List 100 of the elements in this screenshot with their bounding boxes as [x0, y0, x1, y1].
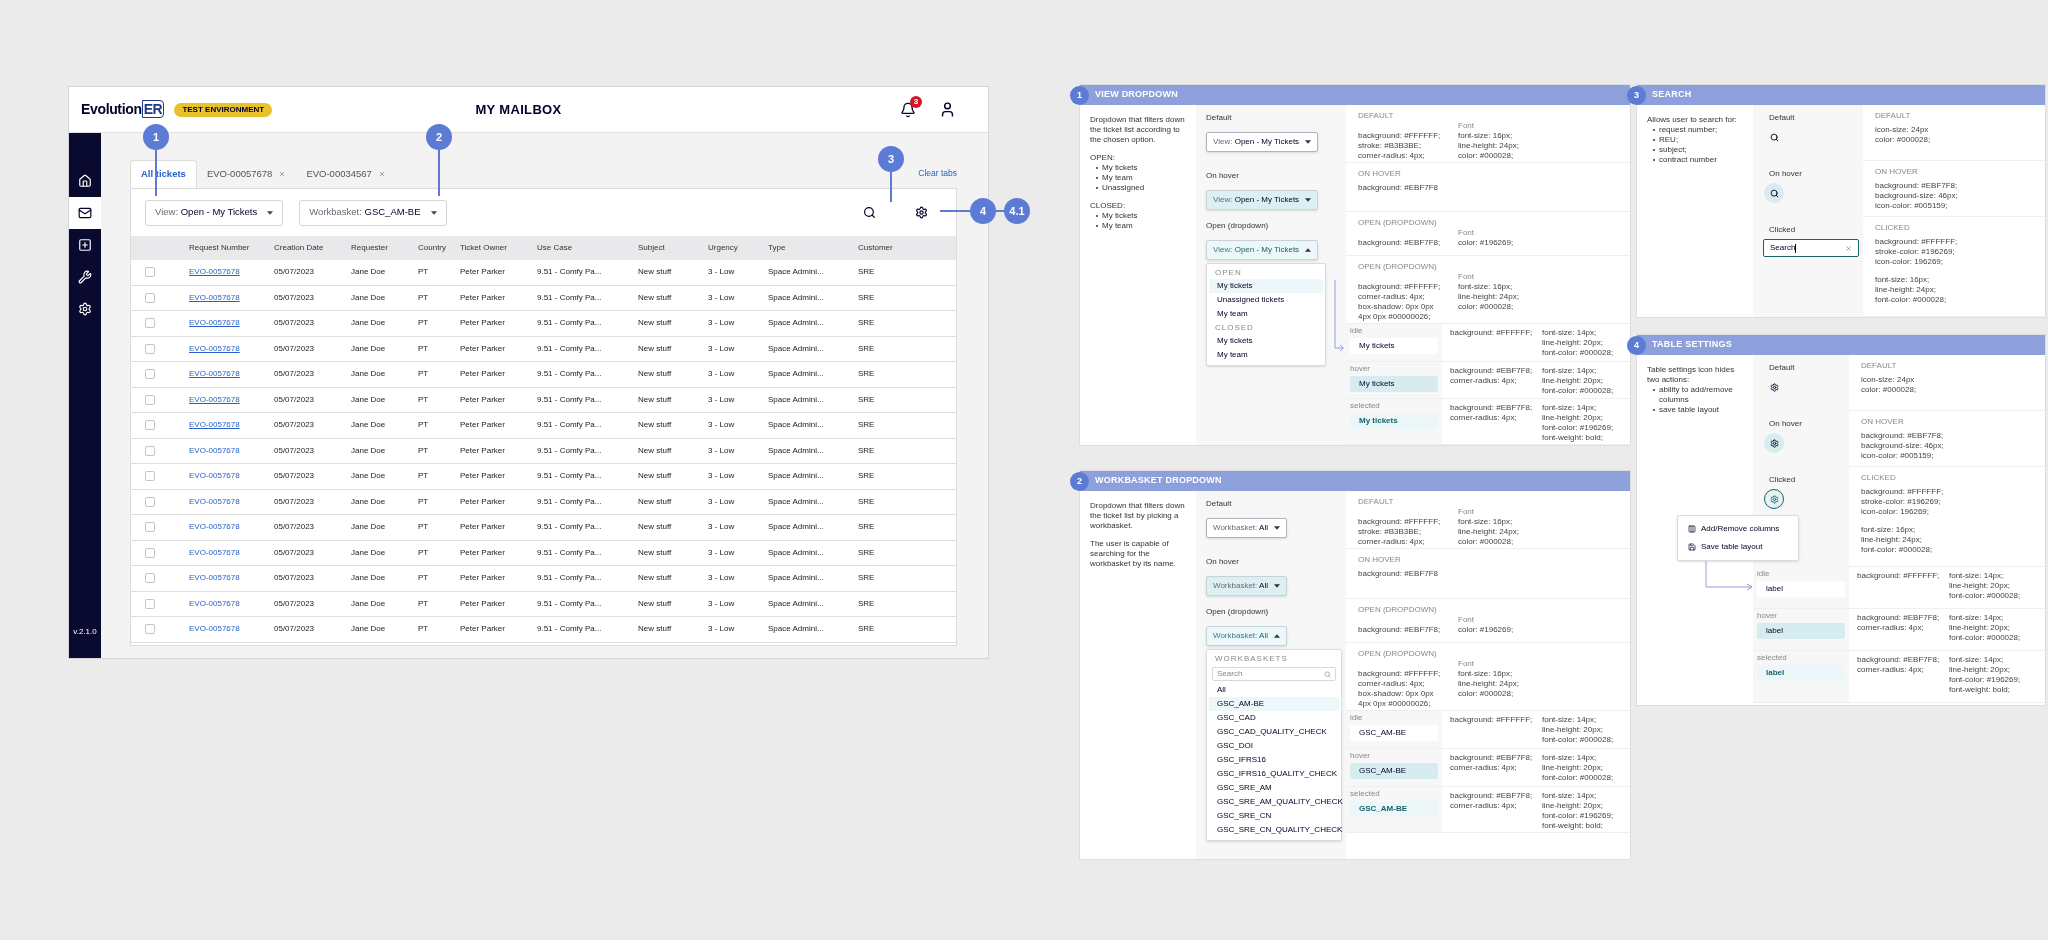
tab[interactable]: All tickets [130, 160, 197, 188]
table-cell-text: 05/07/2023 [274, 393, 316, 406]
row-checkbox[interactable] [145, 445, 155, 456]
dropdown[interactable]: View: Open - My Tickets [1206, 132, 1319, 152]
clear-icon[interactable] [1845, 244, 1852, 252]
search-icon[interactable] [863, 206, 876, 219]
ticket-link[interactable]: EVO-0057678 [189, 572, 240, 585]
close-icon[interactable] [278, 170, 287, 178]
tab[interactable]: EVO-00057678 [196, 160, 297, 188]
menu-item[interactable]: GSC_DOI [1209, 739, 1339, 753]
spec-text: line-height: 20px; [1542, 763, 1604, 773]
table-cell-text: New stuff [638, 444, 673, 457]
row-checkbox[interactable] [145, 522, 155, 533]
ticket-link[interactable]: EVO-0057678 [189, 291, 240, 304]
dropdown[interactable]: Workbasket: All [1206, 518, 1287, 538]
table-cell-text: 3 - Low [708, 419, 736, 432]
row-checkbox[interactable] [145, 318, 155, 329]
panel-title: WORKBASKET DROPDOWN [1095, 474, 1222, 488]
ticket-link[interactable]: EVO-0057678 [189, 266, 240, 279]
table-cell-text: 3 - Low [708, 317, 736, 330]
row-checkbox[interactable] [145, 267, 155, 278]
ticket-link[interactable]: EVO-0057678 [189, 419, 240, 432]
clear-tabs-link[interactable]: Clear tabs [918, 167, 957, 180]
row-checkbox[interactable] [145, 292, 155, 303]
row-checkbox[interactable] [145, 343, 155, 354]
notifications-button[interactable] [900, 101, 916, 118]
row-checkbox[interactable] [145, 496, 155, 507]
menu-item[interactable]: Add/Remove columns [1688, 523, 1798, 535]
ticket-link[interactable]: EVO-0057678 [189, 393, 240, 406]
table-cell-text: SRE [858, 572, 876, 585]
ticket-link[interactable]: EVO-0057678 [189, 342, 240, 355]
menu-item[interactable]: GSC_AM-BE [1209, 697, 1339, 711]
menu-item[interactable]: All [1209, 683, 1339, 697]
description-text: Table settings icon hides two actions: [1647, 365, 1736, 385]
menu-item[interactable]: My tickets [1209, 334, 1323, 348]
spec-text: font-size: 14px; [1542, 403, 1598, 414]
table-cell-text: 9.51 - Comfy Pa... [537, 291, 603, 304]
menu-search-field[interactable]: Search [1212, 667, 1336, 681]
row-checkbox[interactable] [145, 420, 155, 431]
menu-item[interactable]: My team [1209, 348, 1323, 362]
state-label: On hover [1206, 171, 1240, 181]
row-checkbox[interactable] [145, 369, 155, 380]
menu-item[interactable]: GSC_CAD [1209, 711, 1339, 725]
menu-item[interactable]: GSC_IFRS16 [1209, 753, 1339, 767]
ticket-link[interactable]: EVO-0057678 [189, 546, 240, 559]
gear-icon [1769, 438, 1779, 448]
spec-text: font-size: 14px; [1542, 791, 1598, 801]
settings-button[interactable] [1764, 433, 1784, 453]
search-field[interactable]: Search [1763, 239, 1859, 257]
dropdown[interactable]: View: Open - My Tickets [1206, 190, 1319, 210]
menu-item[interactable]: GSC_SRE_CN [1209, 809, 1339, 823]
ticket-link[interactable]: EVO-0057678 [189, 470, 240, 483]
menu-item[interactable]: GSC_SRE_AM [1209, 781, 1339, 795]
version-label: v.2.1.0 [72, 626, 98, 638]
ticket-link[interactable]: EVO-0057678 [189, 495, 240, 508]
table-cell-text: Peter Parker [460, 342, 506, 355]
view-dropdown[interactable]: View: Open - My Tickets [145, 199, 284, 226]
sidebar-item[interactable] [69, 197, 101, 229]
close-icon[interactable] [377, 170, 386, 178]
ticket-link[interactable]: EVO-0057678 [189, 597, 240, 610]
user-icon[interactable] [939, 101, 956, 118]
ticket-link[interactable]: EVO-0057678 [189, 623, 240, 636]
menu-item[interactable]: GSC_IFRS16_QUALITY_CHECK [1209, 767, 1339, 781]
table-cell-text: 3 - Low [708, 623, 736, 636]
menu-item-sample: GSC_AM-BE [1350, 801, 1438, 817]
search-button[interactable] [1764, 183, 1784, 203]
menu-item[interactable]: GSC_CAD_QUALITY_CHECK [1209, 725, 1339, 739]
spec-heading: OPEN (DROPDOWN) [1358, 262, 1438, 273]
settings-icon[interactable] [915, 206, 928, 219]
row-checkbox[interactable] [145, 394, 155, 405]
row-checkbox[interactable] [145, 547, 155, 558]
state-label: Clicked [1769, 225, 1797, 235]
workbasket-dropdown[interactable]: Workbasket: GSC_AM-BE [299, 199, 447, 226]
row-checkbox[interactable] [145, 573, 155, 584]
state-label: On hover [1769, 419, 1803, 429]
ticket-link[interactable]: EVO-0057678 [189, 368, 240, 381]
menu-item-sample: My tickets [1350, 337, 1438, 354]
wrench-icon [78, 270, 92, 284]
menu-item[interactable]: Save table layout [1688, 541, 1798, 553]
panel-title: SEARCH [1652, 88, 1692, 102]
column-header: Request Number [189, 242, 251, 254]
row-checkbox[interactable] [145, 624, 155, 635]
table-cell-text: SRE [858, 419, 876, 432]
list-item-text: My team [1102, 173, 1133, 183]
tab[interactable]: EVO-00034567 [296, 160, 396, 188]
dropdown[interactable]: View: Open - My Tickets [1206, 240, 1319, 260]
dropdown[interactable]: Workbasket: All [1206, 626, 1287, 646]
ticket-link[interactable]: EVO-0057678 [189, 521, 240, 534]
menu-item[interactable]: My team [1209, 307, 1323, 321]
settings-button[interactable] [1764, 489, 1784, 509]
row-checkbox[interactable] [145, 598, 155, 609]
table-cell-text: New stuff [638, 291, 673, 304]
ticket-link[interactable]: EVO-0057678 [189, 444, 240, 457]
ticket-link[interactable]: EVO-0057678 [189, 317, 240, 330]
row-checkbox[interactable] [145, 471, 155, 482]
dropdown[interactable]: Workbasket: All [1206, 576, 1287, 596]
menu-item[interactable]: My tickets [1209, 279, 1323, 293]
spec-text: line-height: 20px; [1949, 623, 2011, 633]
menu-item[interactable]: Unassigned tickets [1209, 293, 1323, 307]
table-cell-text: Peter Parker [460, 495, 506, 508]
